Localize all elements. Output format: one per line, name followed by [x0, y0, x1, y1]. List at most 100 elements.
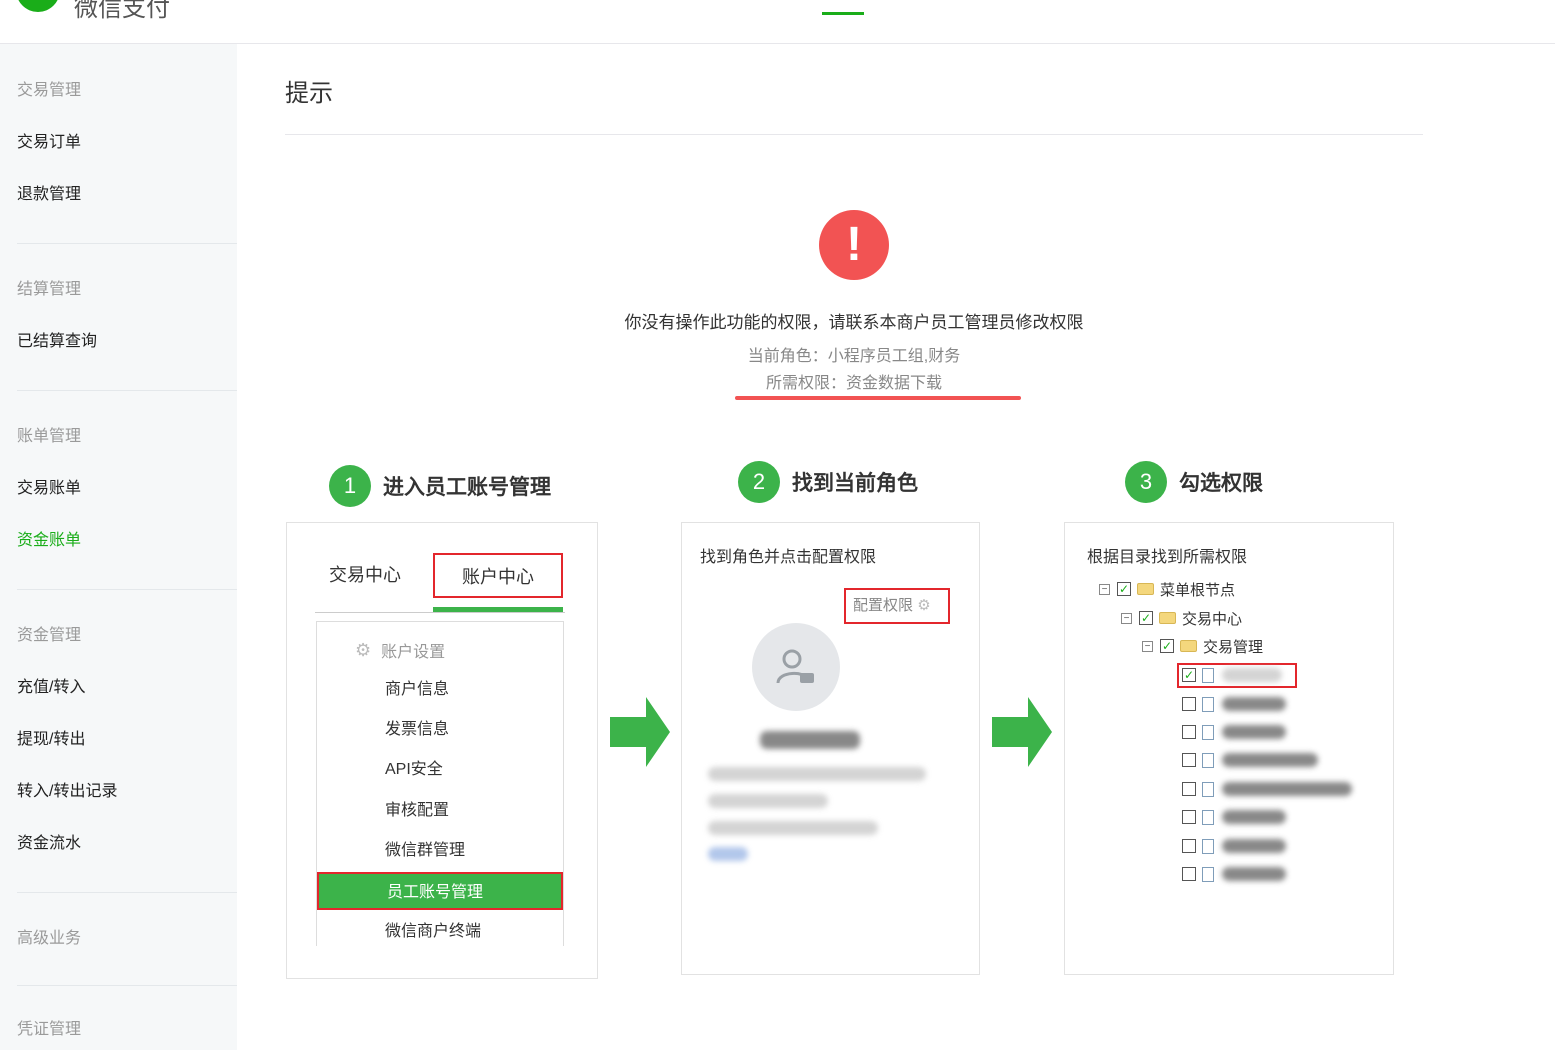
sidebar-group-title: 账单管理	[17, 428, 82, 445]
collapse-icon[interactable]: −	[1121, 612, 1132, 624]
tab-account-center[interactable]: 账户中心	[433, 553, 563, 598]
menu-item-wechat-group[interactable]: 微信群管理	[385, 832, 465, 870]
required-permission-text: 所需权限：资金数据下载	[765, 375, 942, 392]
account-settings-menu: ⚙ 账户设置 商户信息 发票信息 API安全 审核配置 微信群管理 员工账号管理…	[316, 621, 564, 946]
tree-leaf[interactable]	[1182, 777, 1352, 801]
center-tabs: 交易中心 账户中心	[315, 553, 565, 613]
tree-node-trade-mgmt[interactable]: − ✓ 交易管理	[1142, 634, 1263, 658]
highlight-underline	[735, 396, 1021, 400]
card-instruction: 找到角色并点击配置权限	[700, 549, 877, 566]
blurred-leaf-label	[1222, 810, 1286, 824]
sidebar-item-transfer-records[interactable]: 转入/转出记录	[17, 766, 237, 818]
collapse-icon[interactable]: −	[1099, 583, 1110, 595]
tab-trade-center[interactable]: 交易中心	[329, 553, 401, 598]
page-title: 提示	[285, 44, 1423, 135]
step-number-badge: 2	[738, 461, 780, 503]
blurred-leaf-label	[1222, 697, 1286, 711]
step-number-badge: 1	[329, 465, 371, 507]
blurred-role-desc	[708, 767, 926, 781]
blurred-role-name	[760, 731, 860, 749]
menu-item-review-config[interactable]: 审核配置	[385, 792, 449, 830]
checkbox-checked-icon[interactable]: ✓	[1160, 639, 1174, 653]
checkbox-icon[interactable]	[1182, 782, 1196, 796]
step-number-badge: 3	[1125, 461, 1167, 503]
checkbox-checked-icon[interactable]: ✓	[1139, 611, 1153, 625]
document-icon	[1202, 724, 1214, 740]
checkbox-checked-icon[interactable]: ✓	[1117, 582, 1131, 596]
step-2-illustration: 找到角色并点击配置权限 配置权限 ⚙	[681, 522, 980, 975]
user-badge-icon	[776, 649, 814, 684]
tree-leaf[interactable]	[1182, 748, 1318, 772]
document-icon	[1202, 838, 1214, 854]
no-permission-message: 你没有操作此功能的权限，请联系本商户员工管理员修改权限	[624, 313, 1084, 332]
menu-item-invoice-info[interactable]: 发票信息	[385, 711, 449, 749]
logo-text: 微信支付	[74, 0, 170, 22]
blurred-leaf-label	[1222, 668, 1282, 682]
checkbox-icon[interactable]	[1182, 725, 1196, 739]
checkbox-icon[interactable]	[1182, 810, 1196, 824]
sidebar-item-trade-bill[interactable]: 交易账单	[17, 463, 237, 515]
checkbox-icon[interactable]	[1182, 867, 1196, 881]
tree-leaf[interactable]	[1182, 805, 1286, 829]
tree-leaf[interactable]	[1182, 834, 1286, 858]
gear-icon: ⚙	[355, 639, 372, 660]
sidebar-item-settled-query[interactable]: 已结算查询	[17, 316, 237, 368]
sidebar-item-refund[interactable]: 退款管理	[17, 169, 237, 221]
sidebar-group-title: 资金管理	[17, 627, 82, 644]
step-label: 勾选权限	[1179, 472, 1263, 495]
tree-leaf[interactable]: ✓	[1182, 663, 1282, 687]
tree-node-label: 交易管理	[1203, 638, 1264, 656]
document-icon	[1202, 667, 1214, 683]
menu-group-label: 账户设置	[381, 644, 446, 661]
menu-item-merchant-info[interactable]: 商户信息	[385, 671, 449, 709]
menu-item-merchant-terminal[interactable]: 微信商户终端	[385, 913, 481, 951]
tree-node-label: 菜单根节点	[1160, 581, 1236, 599]
blurred-leaf-label	[1222, 782, 1352, 796]
card-instruction: 根据目录找到所需权限	[1087, 549, 1248, 566]
tree-node-trade-center[interactable]: − ✓ 交易中心	[1121, 606, 1242, 630]
sidebar-item-fund-flow[interactable]: 资金流水	[17, 818, 237, 870]
sidebar-group-transaction: 交易管理 交易订单 退款管理	[17, 44, 237, 244]
blurred-leaf-label	[1222, 725, 1286, 739]
tree-node-label: 交易中心	[1182, 610, 1243, 628]
step-1-heading: 1 进入员工账号管理	[329, 464, 551, 508]
tree-leaf[interactable]	[1182, 692, 1286, 716]
menu-group-header: ⚙ 账户设置	[355, 638, 445, 662]
sidebar-item-fund-bill[interactable]: 资金账单	[17, 515, 237, 567]
sidebar-group-title: 交易管理	[17, 82, 82, 99]
menu-item-api-security[interactable]: API安全	[385, 751, 443, 789]
folder-icon	[1137, 583, 1154, 595]
tree-leaf[interactable]	[1182, 862, 1286, 886]
document-icon	[1202, 866, 1214, 882]
document-icon	[1202, 752, 1214, 768]
blurred-leaf-label	[1222, 839, 1286, 853]
sidebar-item-withdraw[interactable]: 提现/转出	[17, 714, 237, 766]
step-1-illustration: 交易中心 账户中心 ⚙ 账户设置 商户信息 发票信息 API安全 审核配置 微信…	[286, 522, 598, 979]
document-icon	[1202, 696, 1214, 712]
checkbox-icon[interactable]	[1182, 753, 1196, 767]
tree-leaf[interactable]	[1182, 720, 1286, 744]
wechat-pay-logo-icon	[16, 0, 60, 12]
collapse-icon[interactable]: −	[1142, 640, 1153, 652]
sidebar-group-settlement: 结算管理 已结算查询	[17, 244, 237, 391]
sidebar-group-title: 凭证管理	[17, 1021, 82, 1038]
checkbox-icon[interactable]	[1182, 697, 1196, 711]
checkbox-checked-icon[interactable]: ✓	[1182, 668, 1196, 682]
step-label: 找到当前角色	[792, 472, 918, 495]
menu-item-staff-accounts[interactable]: 员工账号管理	[317, 872, 563, 910]
folder-icon	[1180, 640, 1197, 652]
step-2-heading: 2 找到当前角色	[738, 460, 918, 504]
blurred-leaf-label	[1222, 867, 1286, 881]
checkbox-icon[interactable]	[1182, 839, 1196, 853]
sidebar-group-bills: 账单管理 交易账单 资金账单	[17, 391, 237, 590]
blurred-role-desc	[708, 794, 828, 808]
tree-node-root[interactable]: − ✓ 菜单根节点	[1099, 577, 1235, 601]
arrow-right-icon	[992, 697, 1052, 767]
config-permission-button[interactable]: 配置权限 ⚙	[844, 588, 950, 624]
step-3-illustration: 根据目录找到所需权限 − ✓ 菜单根节点 − ✓ 交易中心 − ✓ 交易管理 ✓	[1064, 522, 1394, 975]
folder-icon	[1159, 612, 1176, 624]
sidebar-item-trade-orders[interactable]: 交易订单	[17, 117, 237, 169]
blurred-role-link	[708, 847, 748, 861]
sidebar-item-recharge[interactable]: 充值/转入	[17, 662, 237, 714]
blurred-leaf-label	[1222, 753, 1318, 767]
